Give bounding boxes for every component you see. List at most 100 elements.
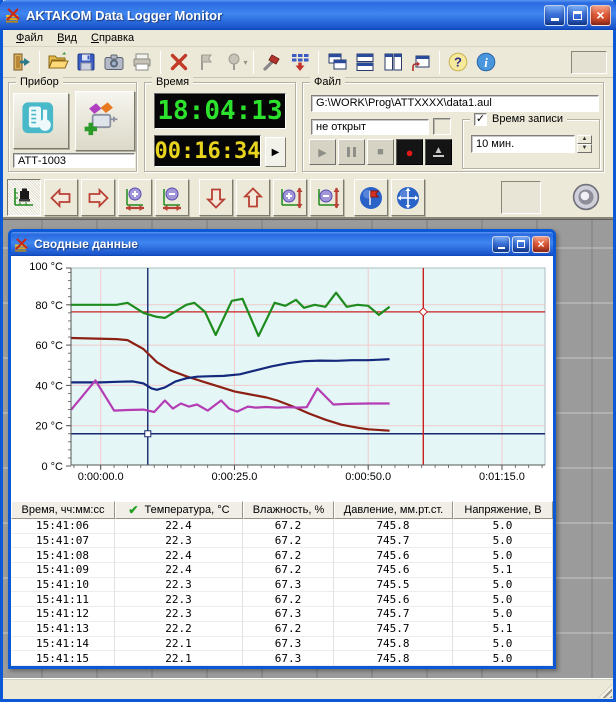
zoom-in-y-button[interactable] (273, 179, 307, 216)
main-toolbar: ▾? i (3, 47, 613, 78)
dropdown-arrow-icon: ▾ (244, 58, 248, 67)
title-bar[interactable]: AKTAKOM Data Logger Monitor × (0, 0, 616, 30)
connect-device-button[interactable] (75, 91, 135, 151)
pan-right-button[interactable] (81, 179, 115, 216)
file-groupbox: Файл G:\WORK\Prog\ATTXXXX\data1.aul не о… (302, 82, 604, 172)
tile-vertical-button[interactable] (379, 49, 407, 76)
app-window: AKTAKOM Data Logger Monitor × ФайлВидСпр… (0, 0, 616, 702)
cell: 67.3 (243, 651, 334, 666)
cell: 5.0 (453, 592, 553, 607)
cell: 22.4 (115, 563, 243, 578)
arrange-windows-icon (410, 51, 432, 73)
flag-button[interactable]: ▾ (221, 49, 249, 76)
record-interval-field[interactable]: 10 мин. (471, 135, 575, 153)
column-header-4[interactable]: Напряжение, В (453, 501, 553, 519)
table-row[interactable]: 15:41:1122.367.2745.65.0 (11, 592, 553, 607)
cell: 15:41:14 (11, 637, 115, 652)
cascade-windows-button[interactable] (323, 49, 351, 76)
spin-up-button[interactable]: ▲ (577, 135, 592, 144)
load-table-button[interactable] (286, 49, 314, 76)
minimize-button[interactable] (492, 236, 510, 253)
menu-item-file[interactable]: Файл (9, 31, 50, 45)
menu-item-view[interactable]: Вид (50, 31, 84, 45)
table-row[interactable]: 15:41:1222.367.3745.75.0 (11, 607, 553, 622)
column-header-0[interactable]: Время, чч:мм:сс (11, 501, 115, 519)
y-tick-label: 40 °C (35, 380, 63, 392)
markers-button[interactable] (193, 49, 221, 76)
table-row[interactable]: 15:41:1522.167.3745.85.0 (11, 651, 553, 666)
pause-button[interactable] (338, 139, 365, 165)
delete-button[interactable] (165, 49, 193, 76)
spin-down-button[interactable]: ▼ (577, 144, 592, 153)
status-bar (3, 678, 613, 699)
cell: 15:41:15 (11, 651, 115, 666)
cell: 67.2 (243, 519, 334, 534)
table-row[interactable]: 15:41:0822.467.2745.65.0 (11, 548, 553, 563)
cell: 67.3 (243, 578, 334, 593)
zoom-out-x-button[interactable] (155, 179, 189, 216)
chart-toolbar-panel (501, 181, 541, 214)
summary-chart[interactable]: 0 °C20 °C40 °C60 °C80 °C100 °C0:00:00.00… (11, 256, 553, 501)
summary-title-bar[interactable]: Сводные данные × (11, 232, 553, 256)
crosshair-button[interactable] (391, 179, 425, 216)
window-title: AKTAKOM Data Logger Monitor (26, 8, 542, 23)
open-file-button[interactable] (44, 49, 72, 76)
setup-button[interactable] (258, 49, 286, 76)
play-button[interactable]: ▶ (309, 139, 336, 165)
record-button[interactable]: ● (396, 139, 423, 165)
pan-down-button[interactable] (199, 179, 233, 216)
help-button[interactable]: ? (444, 49, 472, 76)
expand-time-button[interactable]: ▶ (265, 137, 286, 167)
volume-knob-icon[interactable] (572, 183, 600, 214)
close-button[interactable]: × (532, 236, 550, 253)
file-path-field[interactable]: G:\WORK\Prog\ATTXXXX\data1.aul (311, 95, 599, 112)
table-row[interactable]: 15:41:0622.467.2745.85.0 (11, 519, 553, 534)
thermometer-button[interactable] (13, 93, 69, 149)
close-icon: × (537, 238, 544, 250)
device-group-label: Прибор (16, 75, 63, 89)
zoom-in-x-button[interactable] (118, 179, 152, 216)
minimize-button[interactable] (544, 5, 565, 26)
record-time-checkbox[interactable]: ✓ (474, 113, 487, 126)
close-button[interactable]: × (590, 5, 611, 26)
save-file-button[interactable] (72, 49, 100, 76)
tile-horizontal-button[interactable] (351, 49, 379, 76)
snapshot-button[interactable] (100, 49, 128, 76)
table-row[interactable]: 15:41:0722.367.2745.75.0 (11, 534, 553, 549)
flag-marker-button[interactable] (354, 179, 388, 216)
pan-left-button[interactable] (44, 179, 78, 216)
cursor-mode-button[interactable] (7, 179, 41, 216)
maximize-button[interactable] (567, 5, 588, 26)
plot-area (71, 268, 545, 465)
eject-icon: ▲ (433, 147, 444, 157)
table-row[interactable]: 15:41:1422.167.3745.85.0 (11, 637, 553, 652)
flag-marker-icon (358, 185, 384, 211)
svg-text:i: i (484, 55, 488, 70)
column-header-3[interactable]: Давление, мм.рт.ст. (334, 501, 453, 519)
mdi-area: Сводные данные × 0 °C20 °C40 °C60 °C80 °… (3, 219, 613, 678)
column-header-1[interactable]: ✔Температура, °С (115, 501, 243, 519)
print-button[interactable] (128, 49, 156, 76)
menu-item-help[interactable]: Справка (84, 31, 141, 45)
menu-bar: ФайлВидСправка (3, 30, 613, 47)
about-button[interactable]: i (472, 49, 500, 76)
exit-button[interactable] (7, 49, 35, 76)
pan-up-button[interactable] (236, 179, 270, 216)
resize-grip[interactable] (598, 684, 612, 698)
column-label: Влажность, % (253, 504, 325, 516)
cell: 15:41:10 (11, 578, 115, 593)
cursor-mode-icon (11, 185, 37, 211)
table-row[interactable]: 15:41:1022.367.3745.55.0 (11, 578, 553, 593)
help-icon: ? (447, 51, 469, 73)
zoom-out-y-button[interactable] (310, 179, 344, 216)
zoom-in-x-icon (122, 185, 148, 211)
maximize-button[interactable] (512, 236, 530, 253)
print-icon (131, 51, 153, 73)
svg-text:?: ? (454, 55, 462, 70)
arrange-windows-button[interactable] (407, 49, 435, 76)
table-row[interactable]: 15:41:1322.267.2745.75.1 (11, 622, 553, 637)
table-row[interactable]: 15:41:0922.467.2745.65.1 (11, 563, 553, 578)
eject-button[interactable]: ▲ (425, 139, 452, 165)
stop-button[interactable]: ■ (367, 139, 394, 165)
column-header-2[interactable]: Влажность, % (243, 501, 334, 519)
